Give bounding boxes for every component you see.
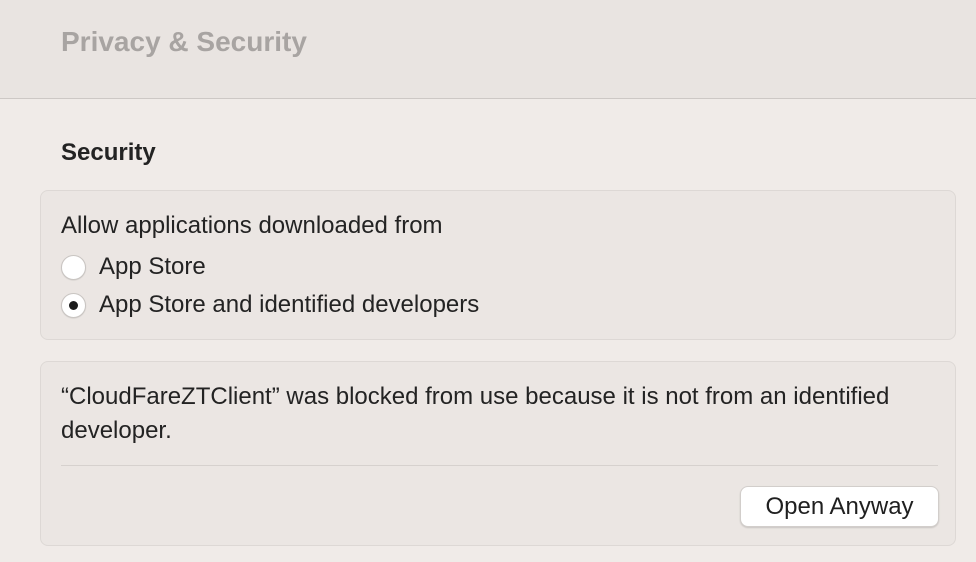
blocked-app-message: “CloudFareZTClient” was blocked from use… [61, 383, 890, 444]
window-titlebar: Privacy & Security [0, 0, 976, 99]
radio-option-app-store[interactable]: App Store [61, 252, 206, 282]
open-anyway-button[interactable]: Open Anyway [740, 486, 939, 527]
blocked-app-panel: “CloudFareZTClient” was blocked from use… [40, 361, 956, 546]
radio-label-app-store-identified-developers: App Store and identified developers [99, 291, 480, 318]
radio-button-app-store[interactable] [61, 254, 86, 280]
allow-apps-panel: Allow applications downloaded from App S… [40, 190, 956, 340]
radio-button-app-store-identified-developers[interactable] [61, 292, 86, 318]
radio-option-app-store-identified-developers[interactable]: App Store and identified developers [61, 290, 479, 320]
window-title: Privacy & Security [61, 26, 307, 57]
radio-selected-dot [69, 300, 78, 310]
panel-divider [61, 465, 938, 466]
allow-apps-heading: Allow applications downloaded from [61, 212, 443, 239]
radio-label-app-store: App Store [99, 253, 206, 280]
section-title-security: Security [61, 139, 156, 166]
